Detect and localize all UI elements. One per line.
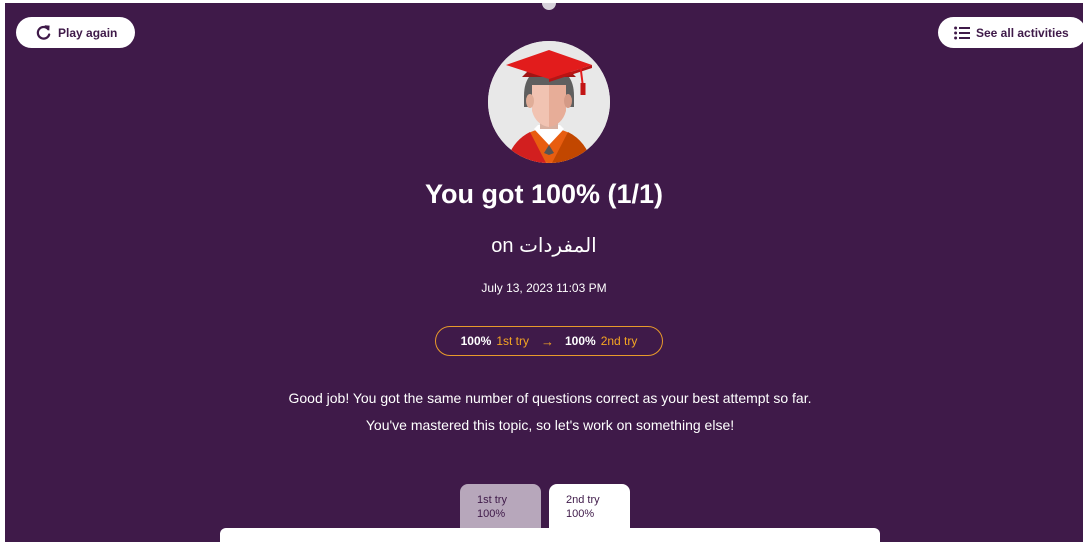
play-again-button[interactable]: Play again [16, 17, 135, 48]
results-screen: Play again See all activities You got 10… [5, 3, 1083, 542]
subject-prefix: on [491, 235, 520, 257]
list-icon [954, 26, 970, 40]
top-handle [542, 3, 556, 10]
redo-icon [35, 24, 52, 41]
second-try-label: 2nd try [600, 334, 638, 348]
see-all-activities-label: See all activities [976, 25, 1069, 40]
attempt-details-panel [220, 528, 880, 542]
tab-label: 2nd try [566, 494, 600, 506]
first-try-label: 1st try [496, 334, 529, 348]
feedback-message-line-1: Good job! You got the same number of que… [288, 390, 812, 406]
tab-label: 1st try [477, 494, 507, 506]
subject-line: on المفردات [5, 233, 1083, 258]
tab-score: 100% [477, 508, 506, 520]
first-try-score: 100% [460, 334, 492, 348]
tab-score: 100% [566, 508, 595, 520]
arrow-right-icon: → [540, 333, 554, 349]
see-all-activities-button[interactable]: See all activities [938, 17, 1083, 48]
feedback-message-line-2: You've mastered this topic, so let's wor… [365, 417, 735, 433]
score-title: You got 100% (1/1) [424, 179, 664, 209]
play-again-label: Play again [58, 25, 118, 40]
attempts-comparison: 100% 1st try → 100% 2nd try [435, 326, 663, 356]
graduate-avatar [488, 41, 610, 163]
second-try-score: 100% [564, 334, 596, 348]
tab-1st-try[interactable]: 1st try 100% [460, 484, 541, 534]
attempt-datetime: July 13, 2023 11:03 PM [481, 281, 607, 295]
subject-name: المفردات [519, 235, 597, 257]
